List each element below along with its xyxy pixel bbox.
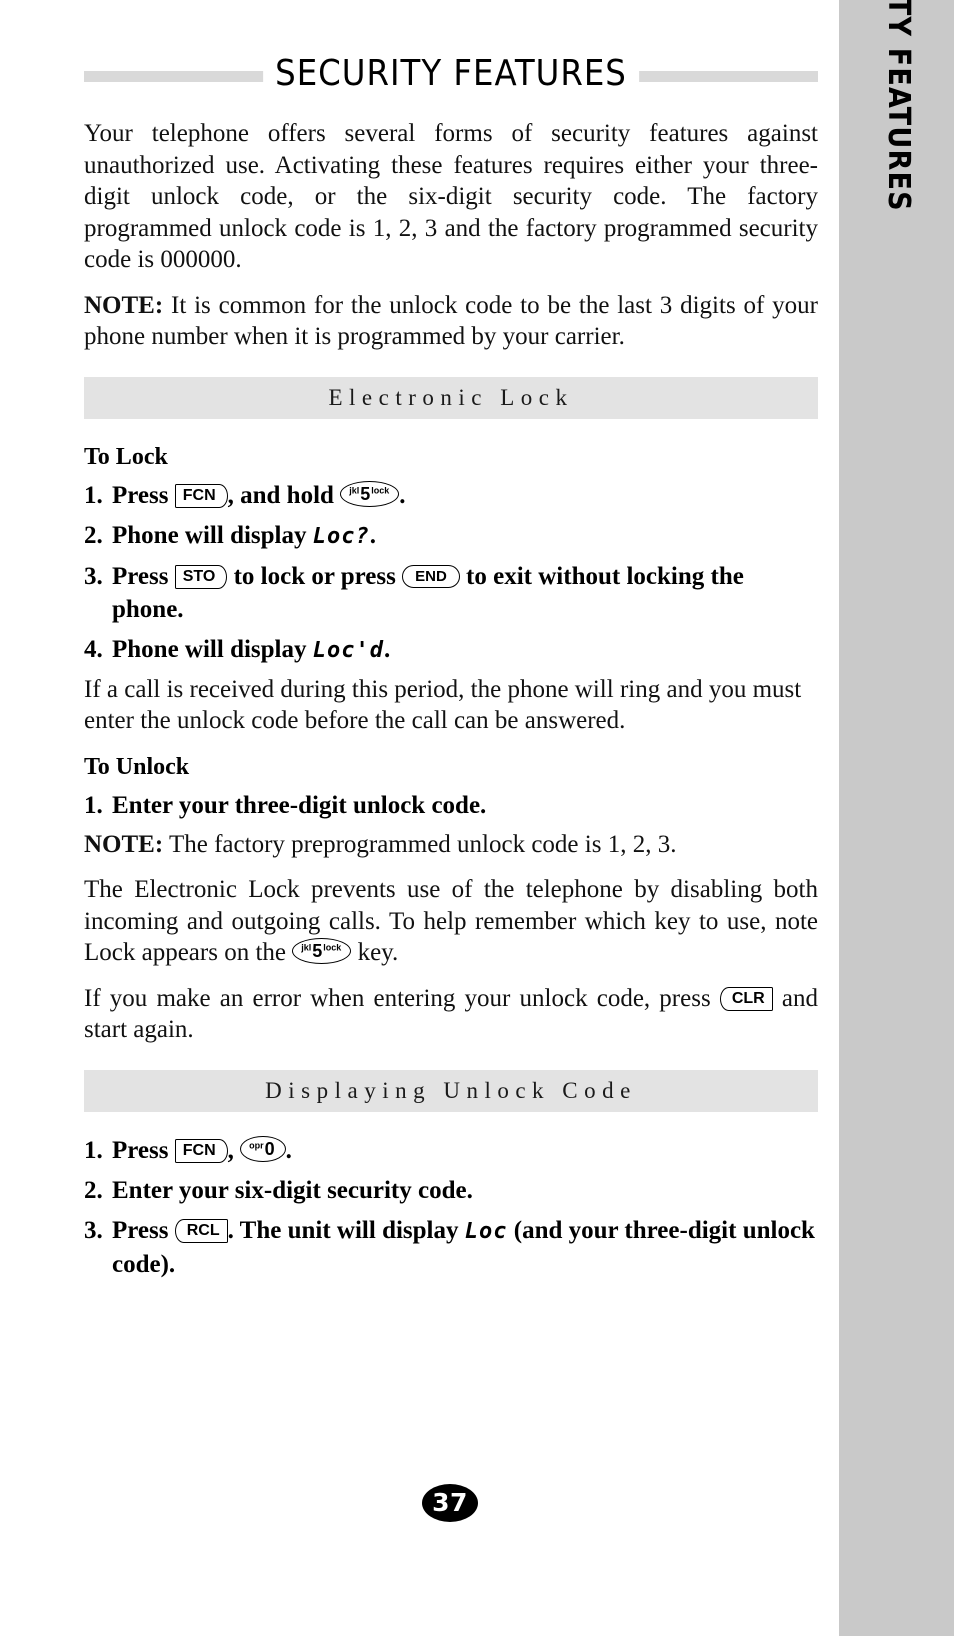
step-lock-2: 2. Phone will display Loc?.: [84, 519, 818, 553]
manual-page: SECURITY FEATURES SECURITY FEATURES Your…: [0, 0, 954, 1636]
step-number: 2.: [84, 1176, 103, 1204]
error-instruction: If you make an error when entering your …: [84, 983, 818, 1046]
step-text: Enter your three-digit unlock code.: [112, 791, 487, 819]
after-lock-text: If a call is received during this period…: [84, 675, 802, 735]
step-number: 1.: [84, 791, 103, 819]
note-text: The factory preprogrammed unlock code is…: [163, 830, 677, 858]
key-top-label: jkl: [349, 484, 360, 495]
step-text-pre: Phone will display: [112, 521, 313, 549]
side-tab-label: SECURITY FEATURES: [851, 0, 946, 548]
step-lock-1: 1. Press FCN, and hold jkl5lock.: [84, 479, 818, 512]
step-text-post: .: [399, 481, 406, 509]
key-top-label: jkl: [301, 942, 312, 953]
step-number: 3.: [84, 1216, 103, 1244]
step-text-mid: ,: [227, 1136, 241, 1164]
rcl-key-icon: RCL: [174, 1218, 228, 1243]
lcd-display-text: Loc?: [312, 523, 370, 549]
unlock-note: NOTE: The factory preprogrammed unlock c…: [84, 829, 818, 861]
step-display-3: 3. Press RCL. The unit will display Loc (…: [84, 1214, 818, 1281]
fcn-key-icon: FCN: [174, 483, 228, 508]
step-lock-4: 4. Phone will display Loc'd.: [84, 633, 818, 667]
page-title: SECURITY FEATURES: [263, 52, 639, 96]
note-label: NOTE:: [84, 291, 164, 319]
explain-post: key.: [351, 939, 399, 966]
step-number: 2.: [84, 521, 103, 549]
error-pre: If you make an error when entering your …: [84, 984, 720, 1012]
intro-note: NOTE: It is common for the unlock code t…: [84, 290, 818, 353]
clr-key-icon: CLR: [719, 986, 773, 1011]
five-lock-key-icon: jkl5lock: [292, 938, 352, 964]
step-text-pre: Press: [112, 1136, 175, 1164]
step-display-2: 2. Enter your six-digit security code.: [84, 1174, 818, 1207]
step-text-post: .: [369, 521, 376, 549]
key-top-label: opr: [249, 1139, 264, 1150]
key-bottom-label: lock: [323, 942, 342, 953]
step-number: 4.: [84, 635, 103, 663]
step-text-post: .: [285, 1136, 292, 1164]
page-content: SECURITY FEATURES Your telephone offers …: [84, 0, 818, 1288]
step-text-pre: Press: [112, 1216, 175, 1244]
step-text: Enter your six-digit security code.: [112, 1176, 473, 1204]
explain-pre: The Electronic Lock prevents use of the …: [84, 876, 818, 966]
electronic-lock-explanation: The Electronic Lock prevents use of the …: [84, 874, 818, 969]
step-text-pre: Press: [112, 562, 175, 590]
section-heading-displaying-unlock-code: Displaying Unlock Code: [84, 1069, 818, 1112]
note-text: It is common for the unlock code to be t…: [84, 291, 818, 351]
intro-paragraph: Your telephone offers several forms of s…: [84, 120, 818, 273]
step-text-mid: , and hold: [227, 481, 341, 509]
step-lock-3: 3. Press STO to lock or press END to exit…: [84, 560, 818, 626]
lcd-display-text: Loc: [464, 1218, 508, 1244]
five-lock-key-icon: jkl5lock: [340, 480, 400, 507]
fcn-key-icon: FCN: [174, 1138, 228, 1163]
step-number: 3.: [84, 562, 103, 590]
step-text-mid: . The unit will display: [227, 1216, 465, 1244]
step-number: 1.: [84, 481, 103, 509]
step-display-1: 1. Press FCN, opr0.: [84, 1134, 818, 1167]
section-heading-electronic-lock: Electronic Lock: [84, 376, 818, 419]
key-digit-label: 5: [312, 941, 323, 961]
note-label: NOTE:: [84, 830, 164, 858]
key-bottom-label: lock: [371, 484, 390, 495]
side-tab-strip: SECURITY FEATURES: [839, 0, 954, 1636]
sto-key-icon: STO: [174, 564, 228, 589]
subheading-to-lock: To Lock: [84, 443, 168, 470]
zero-opr-key-icon: opr0: [240, 1135, 286, 1162]
page-number-badge: 37: [422, 1484, 478, 1522]
key-digit-label: 5: [360, 483, 371, 504]
step-unlock-1: 1. Enter your three-digit unlock code.: [84, 789, 818, 822]
step-text-pre: Press: [112, 481, 175, 509]
step-number: 1.: [84, 1136, 103, 1164]
step-text-mid: to lock or press: [227, 562, 403, 590]
page-title-block: SECURITY FEATURES: [84, 52, 818, 98]
step-text-post: .: [383, 635, 391, 663]
step-text-pre: Phone will display: [112, 635, 313, 663]
subheading-to-unlock: To Unlock: [84, 753, 190, 780]
key-digit-label: 0: [264, 1138, 275, 1159]
lcd-display-text: Loc'd: [312, 637, 384, 663]
side-tab-text: SECURITY FEATURES: [881, 0, 917, 212]
end-key-icon: END: [402, 564, 460, 588]
